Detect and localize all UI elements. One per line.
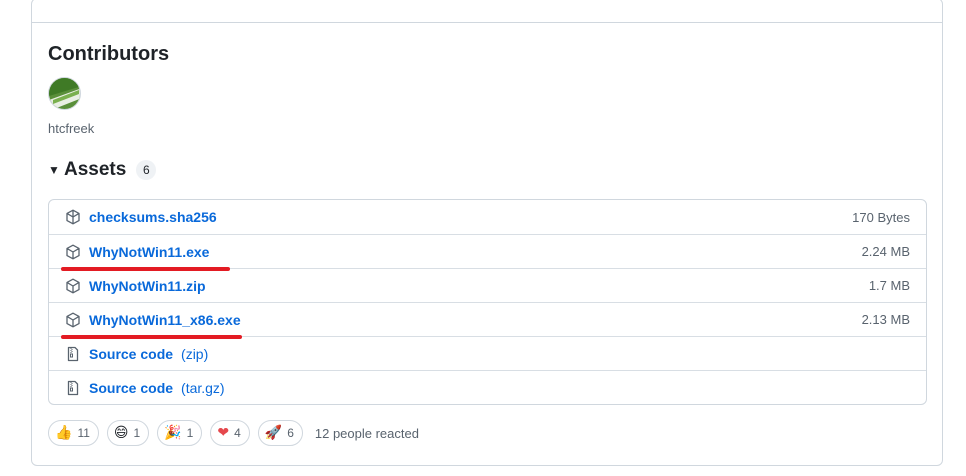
asset-row: checksums.sha256 170 Bytes [49,200,926,234]
file-zip-icon [65,346,81,362]
divider [32,22,942,23]
heart-icon: ❤ [217,425,230,441]
reaction-count: 1 [186,426,194,440]
asset-size: 170 Bytes [852,209,910,225]
assets-title: Assets [64,159,127,180]
package-icon [65,244,81,260]
asset-size: 2.13 MB [861,312,910,327]
reaction-heart[interactable]: ❤ 4 [210,420,250,446]
asset-link-exe[interactable]: WhyNotWin11.exe [89,244,209,260]
avatar[interactable] [48,77,81,110]
laugh-icon: 😄 [113,425,129,441]
asset-row: Source code (zip) [49,336,926,370]
source-code-zip-ext[interactable]: (zip) [181,346,208,362]
highlight-underline-exe [61,267,230,271]
reaction-thumbs-up[interactable]: 👍 11 [48,420,99,446]
contributor-name[interactable]: htcfreek [48,121,94,136]
asset-size: 2.24 MB [861,244,910,259]
asset-link-zip[interactable]: WhyNotWin11.zip [89,278,206,294]
release-card: Contributors htcfreek ▼ Assets 6 checksu… [31,0,943,466]
package-icon [65,209,81,225]
reactions-summary[interactable]: 12 people reacted [315,426,419,441]
assets-header[interactable]: ▼ Assets 6 [48,159,157,181]
asset-link-checksums[interactable]: checksums.sha256 [89,209,217,225]
asset-row: WhyNotWin11.exe 2.24 MB [49,234,926,268]
thumbs-up-icon: 👍 [55,425,73,441]
reaction-laugh[interactable]: 😄 1 [106,420,150,446]
contributors-title: Contributors [48,43,170,65]
asset-size: 1.7 MB [868,278,910,293]
asset-row: WhyNotWin11.zip 1.7 MB [49,268,926,302]
reaction-count: 1 [133,426,141,440]
reaction-hooray[interactable]: 🎉 1 [157,420,203,446]
asset-link-x86-exe[interactable]: WhyNotWin11_x86.exe [89,312,241,328]
reactions-bar: 👍 11 😄 1 🎉 1 ❤ 4 🚀 6 12 people reacted [48,420,419,446]
source-code-zip-link[interactable]: Source code [89,346,173,362]
package-icon [65,312,81,328]
package-icon [65,278,81,294]
highlight-underline-x86-exe [61,335,242,339]
asset-row: Source code (tar.gz) [49,370,926,404]
party-popper-icon: 🎉 [164,425,182,441]
source-code-targz-link[interactable]: Source code [89,380,173,396]
rocket-icon: 🚀 [264,425,283,441]
assets-count-badge: 6 [136,160,157,180]
reaction-count: 4 [234,426,241,440]
reaction-rocket[interactable]: 🚀 6 [257,420,303,446]
reaction-count: 11 [77,426,90,440]
caret-down-icon: ▼ [48,163,60,177]
asset-row: WhyNotWin11_x86.exe 2.13 MB [49,302,926,336]
assets-list: checksums.sha256 170 Bytes WhyNotWin11.e… [48,199,927,405]
source-code-targz-ext[interactable]: (tar.gz) [181,380,225,396]
reaction-count: 6 [287,426,294,440]
file-zip-icon [65,380,81,396]
